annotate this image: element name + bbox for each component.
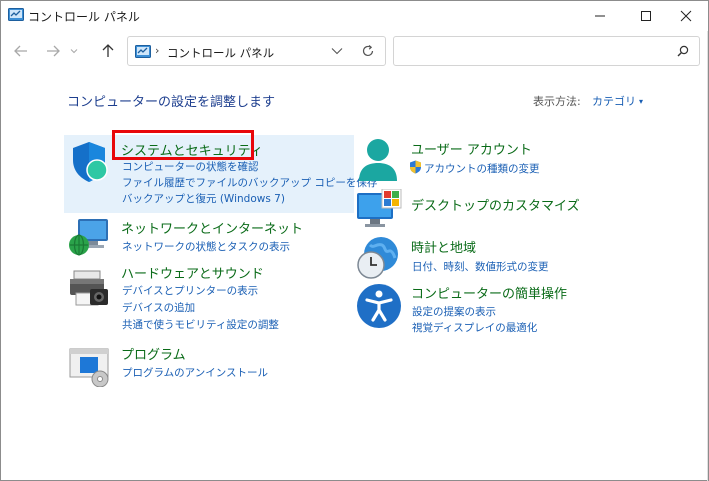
category-clock-region[interactable]: 時計と地域 日付、時刻、数値形式の変更 xyxy=(356,233,656,281)
page-heading: コンピューターの設定を調整します xyxy=(67,95,276,110)
printer-icon xyxy=(70,270,108,306)
navigation-bar: › コントロール パネル › xyxy=(1,31,708,71)
accessibility-icon xyxy=(357,284,401,328)
clock-globe-icon xyxy=(357,237,398,279)
window-edge xyxy=(707,31,708,481)
shield-icon xyxy=(73,142,108,182)
link-backup-restore[interactable]: バックアップと復元 (Windows 7) xyxy=(122,191,285,206)
view-by-label: 表示方法: xyxy=(533,95,581,108)
view-by-value[interactable]: カテゴリ xyxy=(592,95,636,108)
category-title[interactable]: デスクトップのカスタマイズ xyxy=(411,195,580,214)
link-date-time-format[interactable]: 日付、時刻、数値形式の変更 xyxy=(412,259,549,274)
breadcrumb-separator[interactable]: › xyxy=(252,44,256,57)
category-programs[interactable]: プログラム プログラムのアンインストール xyxy=(64,341,354,389)
uac-shield-icon xyxy=(410,160,421,174)
user-icon xyxy=(359,139,397,181)
category-ease-of-access[interactable]: コンピューターの簡単操作 設定の提案の表示 視覚ディスプレイの最適化 xyxy=(356,281,656,341)
link-mobility-settings[interactable]: 共通で使うモビリティ設定の調整 xyxy=(122,317,279,332)
annotation-highlight-box xyxy=(112,130,254,160)
breadcrumb-control-panel[interactable]: コントロール パネル xyxy=(167,45,274,61)
link-devices-printers[interactable]: デバイスとプリンターの表示 xyxy=(122,283,258,298)
recent-locations-button[interactable] xyxy=(67,39,81,63)
back-button[interactable] xyxy=(9,39,33,63)
window-title: コントロール パネル xyxy=(28,10,140,24)
refresh-icon xyxy=(362,45,374,57)
arrow-up-icon xyxy=(102,44,114,57)
category-title[interactable]: ネットワークとインターネット xyxy=(121,218,303,237)
category-title[interactable]: ハードウェアとサウンド xyxy=(121,263,264,282)
category-hardware-sound[interactable]: ハードウェアとサウンド デバイスとプリンターの表示 デバイスの追加 共通で使うモ… xyxy=(64,263,354,333)
control-panel-window: コントロール パネル › コントロール パネル › コンピューターの設定を調整し… xyxy=(0,0,709,481)
link-uninstall-program[interactable]: プログラムのアンインストール xyxy=(122,365,268,380)
link-suggested-settings[interactable]: 設定の提案の表示 xyxy=(412,304,496,319)
search-icon xyxy=(677,45,689,57)
desktop-customize-icon xyxy=(357,189,402,227)
breadcrumb-separator[interactable]: › xyxy=(155,44,159,57)
minimize-button[interactable] xyxy=(577,1,623,31)
control-panel-icon xyxy=(135,45,151,58)
arrow-left-icon xyxy=(14,45,27,57)
forward-button[interactable] xyxy=(41,39,65,63)
link-change-account-type[interactable]: アカウントの種類の変更 xyxy=(424,161,540,176)
chevron-down-icon xyxy=(70,49,78,54)
category-title[interactable]: プログラム xyxy=(121,344,186,363)
close-icon xyxy=(680,10,692,22)
address-dropdown-button[interactable] xyxy=(331,45,343,60)
caret-down-icon: ▾ xyxy=(639,97,644,106)
up-button[interactable] xyxy=(96,39,120,63)
network-globe-icon xyxy=(69,219,108,256)
category-user-accounts[interactable]: ユーザー アカウント アカウントの種類の変更 xyxy=(356,135,656,183)
category-title[interactable]: コンピューターの簡単操作 xyxy=(411,283,567,302)
category-title[interactable]: 時計と地域 xyxy=(411,237,476,256)
minimize-icon xyxy=(595,15,605,17)
category-network-internet[interactable]: ネットワークとインターネット ネットワークの状態とタスクの表示 xyxy=(64,215,354,259)
maximize-icon xyxy=(641,11,651,21)
category-title[interactable]: ユーザー アカウント xyxy=(411,139,532,158)
link-check-status[interactable]: コンピューターの状態を確認 xyxy=(122,159,259,174)
title-bar: コントロール パネル xyxy=(1,1,708,31)
arrow-right-icon xyxy=(47,45,60,57)
view-by-dropdown[interactable]: カテゴリ ▾ xyxy=(592,93,643,109)
refresh-button[interactable] xyxy=(361,44,375,61)
search-box[interactable] xyxy=(393,36,700,66)
link-optimize-display[interactable]: 視覚ディスプレイの最適化 xyxy=(412,320,537,335)
category-desktop-customization[interactable]: デスクトップのカスタマイズ xyxy=(356,187,656,231)
link-add-device[interactable]: デバイスの追加 xyxy=(122,300,195,315)
programs-icon xyxy=(69,348,109,387)
chevron-down-icon xyxy=(331,48,343,55)
link-file-history[interactable]: ファイル履歴でファイルのバックアップ コピーを保存 xyxy=(122,175,377,190)
address-bar[interactable]: › コントロール パネル › xyxy=(127,36,386,66)
control-panel-icon xyxy=(8,8,24,21)
link-network-status[interactable]: ネットワークの状態とタスクの表示 xyxy=(122,239,290,254)
close-button[interactable] xyxy=(663,1,709,31)
